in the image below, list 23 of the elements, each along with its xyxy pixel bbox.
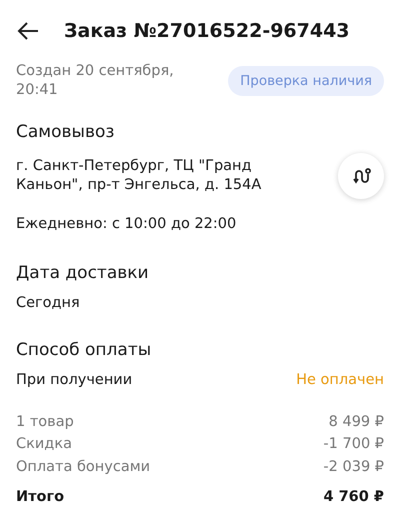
section-heading: Дата доставки	[16, 262, 150, 285]
section-heading: Самовывоз	[16, 120, 116, 144]
summary-label: Итого	[16, 488, 64, 507]
route-button[interactable]	[338, 153, 384, 200]
back-button[interactable]	[16, 21, 40, 41]
status-badge: Проверка наличия	[228, 66, 384, 96]
section-heading: Способ оплаты	[16, 338, 152, 362]
summary-value: -1 700 ₽	[323, 435, 384, 454]
payment-method: При получении	[16, 371, 132, 390]
summary-value: 4 760 ₽	[323, 488, 384, 507]
summary-label: Оплата бонусами	[16, 458, 150, 477]
summary-label: 1 товар	[16, 412, 74, 432]
store-hours: Ежедневно: с 10:00 до 22:00	[16, 215, 238, 234]
route-icon	[351, 166, 371, 186]
back-arrow-icon	[16, 21, 40, 41]
summary-value: 8 499 ₽	[328, 412, 384, 432]
delivery-date: Сегодня	[16, 294, 81, 314]
pickup-address: г. Санкт-Петербург, ТЦ "Гранд Каньон", пр-т Энгельса, д. 154А	[16, 156, 262, 196]
created-date: Создан 20 сентября, 20:41	[16, 62, 175, 100]
summary-label: Скидка	[16, 435, 72, 454]
page-title: Заказ №27016522-967443	[64, 18, 350, 44]
summary-value: -2 039 ₽	[323, 458, 384, 477]
payment-status: Не оплачен	[296, 371, 384, 390]
